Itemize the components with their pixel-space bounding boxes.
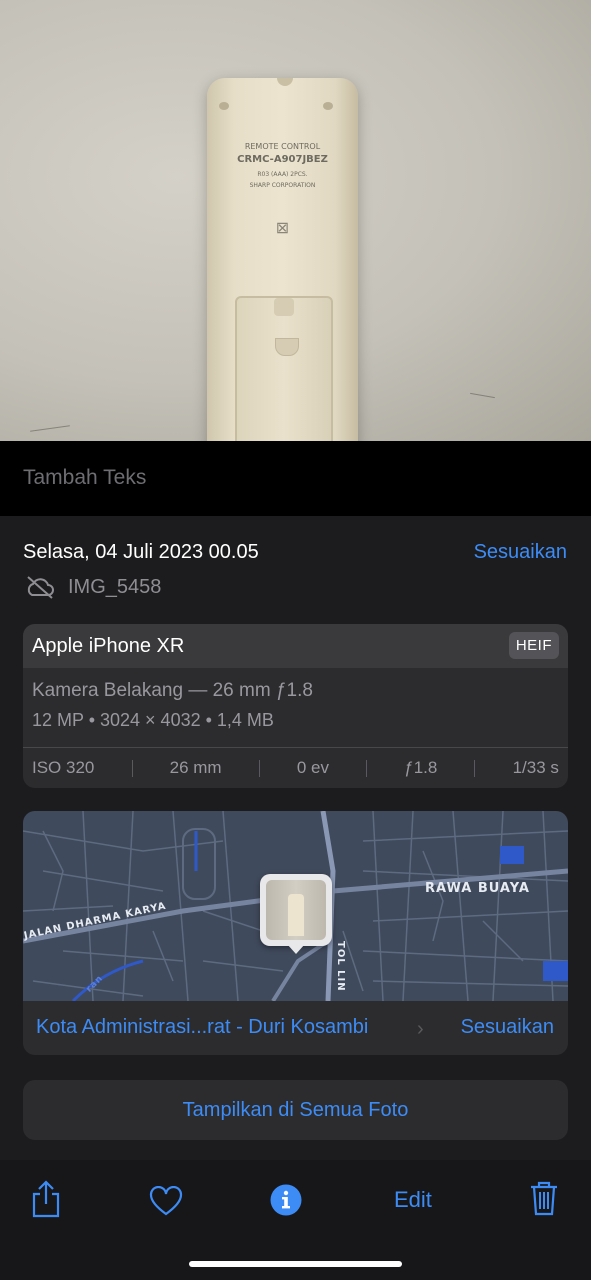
map-label-road-vertical: TOL LIN — [335, 941, 346, 992]
remote-text-3: R03 (AAA) 2PCS. — [257, 171, 308, 178]
divider — [131, 759, 133, 777]
remote-text-4: SHARP CORPORATION — [249, 182, 316, 189]
location-card: RAWA BUAYA JALAN DHARMA KARYA TOL LIN ra… — [23, 811, 568, 1055]
caption-input[interactable]: Tambah Teks — [23, 466, 146, 490]
remote-text-1: REMOTE CONTROL — [244, 142, 321, 151]
device-name: Apple iPhone XR — [32, 635, 185, 657]
location-link[interactable]: Kota Administrasi...rat - Duri Kosambi — [36, 1016, 368, 1039]
remote-screw — [219, 102, 229, 110]
recycle-bin-icon: ⊠ — [275, 218, 290, 237]
wall-mark — [30, 425, 70, 432]
pin-thumbnail — [266, 880, 326, 940]
wall-mark — [470, 392, 495, 399]
format-badge: HEIF — [508, 632, 559, 659]
exif-shutter-speed: 1/33 s — [512, 758, 559, 777]
adjust-date-button[interactable]: Sesuaikan — [474, 541, 567, 564]
exif-iso: ISO 320 — [32, 758, 95, 777]
pin-tail — [287, 944, 305, 954]
image-specs: 12 MP • 3024 × 4032 • 1,4 MB — [32, 710, 274, 730]
exif-row: ISO 320 26 mm 0 ev ƒ1.8 1/33 s — [23, 748, 568, 788]
camera-card-header: Apple iPhone XR HEIF — [23, 624, 568, 668]
battery-latch — [274, 298, 294, 316]
edit-button[interactable]: Edit — [394, 1187, 432, 1213]
info-icon[interactable] — [270, 1184, 302, 1216]
remote-control-image: REMOTE CONTROL CRMC-A907JBEZ R03 (AAA) 2… — [207, 78, 358, 441]
divider — [474, 759, 476, 777]
exif-exposure-value: 0 ev — [296, 758, 329, 777]
remote-text-2: CRMC-A907JBEZ — [237, 154, 328, 165]
adjust-location-button[interactable]: Sesuaikan — [461, 1016, 554, 1039]
photo-date: Selasa, 04 Juli 2023 00.05 — [23, 541, 259, 563]
battery-cover — [235, 296, 333, 441]
home-indicator[interactable] — [189, 1261, 402, 1267]
divider — [258, 759, 260, 777]
remote-led — [277, 78, 293, 86]
trash-icon[interactable] — [529, 1180, 559, 1216]
share-icon[interactable] — [30, 1180, 62, 1218]
exif-focal-length: 26 mm — [169, 758, 222, 777]
file-name: IMG_5458 — [68, 576, 162, 598]
battery-latch-lower — [275, 338, 299, 356]
heart-icon[interactable] — [149, 1186, 183, 1216]
camera-info-card: Apple iPhone XR HEIF Kamera Belakang — 2… — [23, 624, 568, 788]
map-label-rawa-buaya: RAWA BUAYA — [425, 881, 530, 896]
location-map[interactable]: RAWA BUAYA JALAN DHARMA KARYA TOL LIN ra… — [23, 811, 568, 1001]
divider — [366, 759, 368, 777]
photo-view[interactable]: REMOTE CONTROL CRMC-A907JBEZ R03 (AAA) 2… — [0, 0, 591, 441]
remote-screw — [323, 102, 333, 110]
photo-location-pin[interactable] — [260, 874, 332, 946]
show-in-all-photos-button[interactable]: Tampilkan di Semua Foto — [23, 1080, 568, 1140]
lens-info: Kamera Belakang — 26 mm ƒ1.8 — [32, 680, 313, 701]
chevron-right-icon: › — [417, 1018, 424, 1040]
exif-aperture: ƒ1.8 — [404, 758, 438, 777]
pin-thumbnail-remote — [288, 894, 304, 936]
cloud-slash-icon — [27, 576, 54, 599]
